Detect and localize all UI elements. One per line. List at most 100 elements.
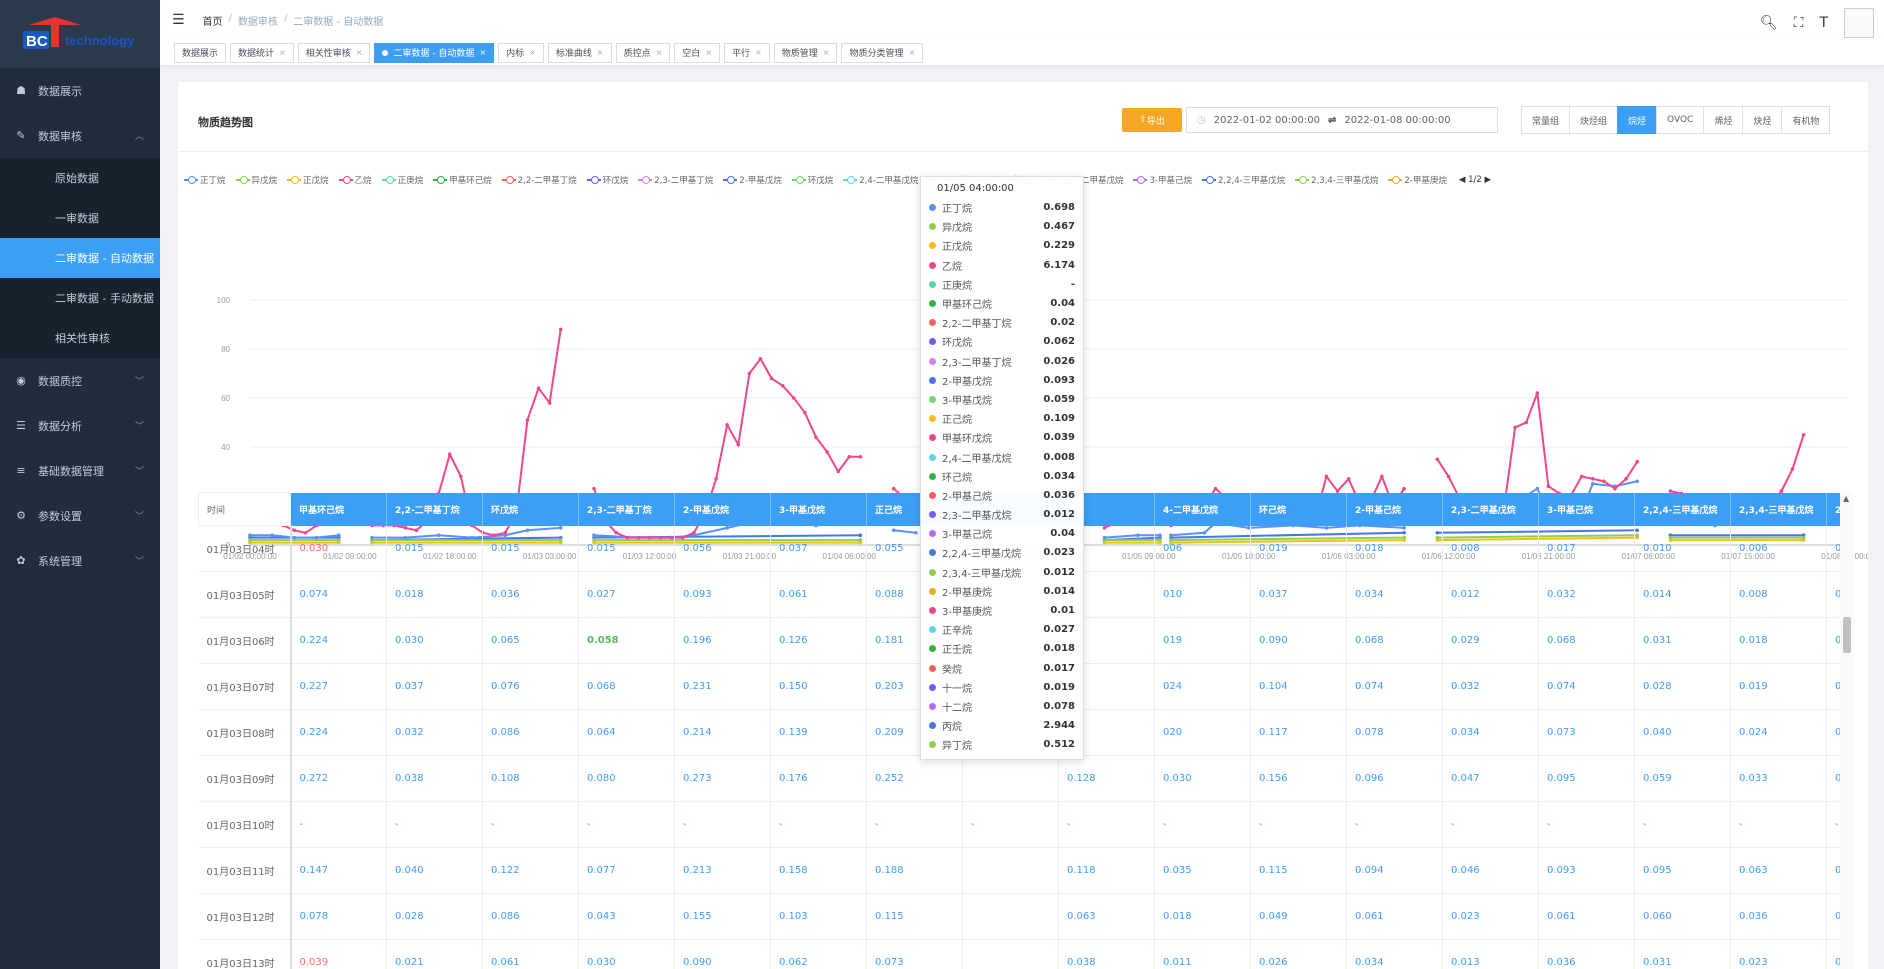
column-header[interactable]: 2,3,4-三甲基戊烷: [1730, 492, 1827, 526]
table-cell[interactable]: 0.063: [1058, 893, 1155, 940]
avatar[interactable]: [1844, 8, 1874, 38]
table-cell[interactable]: 0.035: [1154, 847, 1251, 894]
table-cell[interactable]: 0.040: [1634, 709, 1731, 756]
table-cell[interactable]: -: [386, 801, 483, 848]
scroll-up-icon[interactable]: ▲: [1843, 494, 1849, 503]
table-cell[interactable]: -: [674, 801, 771, 848]
column-header[interactable]: 2-甲基己烷: [1346, 492, 1443, 526]
column-header[interactable]: 2,2,4-三甲基戊烷: [1634, 492, 1731, 526]
tab-tag[interactable]: 物质分类管理 ×: [841, 42, 924, 63]
tab-tag[interactable]: 质控点 ×: [615, 42, 671, 63]
table-cell[interactable]: 006: [1154, 525, 1251, 572]
table-cell[interactable]: 0.006: [1730, 525, 1827, 572]
table-cell[interactable]: 0.046: [1442, 847, 1539, 894]
column-header[interactable]: 2,3-二甲基丁烷: [578, 492, 675, 526]
table-cell[interactable]: 0.077: [578, 847, 675, 894]
column-header[interactable]: 2,2-二甲基丁烷: [386, 492, 483, 526]
table-cell[interactable]: 0.096: [1346, 755, 1443, 802]
sidebar-item[interactable]: ✿ 系统管理 ﹀: [0, 538, 160, 583]
date-end[interactable]: 2022-01-08 00:00:00: [1344, 115, 1450, 126]
table-cell[interactable]: 0.128: [1058, 755, 1155, 802]
legend-next-icon[interactable]: ▶: [1482, 175, 1491, 185]
table-cell[interactable]: -: [578, 801, 675, 848]
table-cell[interactable]: 0.074: [1346, 663, 1443, 710]
table-cell[interactable]: 0.086: [482, 893, 579, 940]
table-cell[interactable]: 0.062: [770, 939, 867, 969]
table-cell[interactable]: 0.076: [482, 663, 579, 710]
table-cell[interactable]: 0.073: [1538, 709, 1635, 756]
table-cell[interactable]: 0.030: [290, 525, 387, 572]
table-cell[interactable]: 0.061: [1346, 893, 1443, 940]
table-cell[interactable]: 0.147: [290, 847, 387, 894]
table-cell[interactable]: 0.059: [1634, 755, 1731, 802]
table-cell[interactable]: 0.074: [290, 571, 387, 618]
legend-item[interactable]: 2,2-二甲基丁烷: [501, 174, 577, 186]
sidebar-subitem[interactable]: 相关性审核: [0, 318, 160, 358]
data-point[interactable]: [592, 486, 596, 491]
table-cell[interactable]: 0.015: [482, 525, 579, 572]
close-icon[interactable]: ×: [356, 48, 363, 57]
close-icon[interactable]: ×: [908, 48, 915, 57]
table-cell[interactable]: 0.086: [482, 709, 579, 756]
data-point[interactable]: [747, 371, 752, 376]
table-cell[interactable]: 0.156: [1250, 755, 1347, 802]
data-point[interactable]: [769, 376, 774, 381]
table-cell[interactable]: 0.090: [674, 939, 771, 969]
table-cell[interactable]: 0.078: [1346, 709, 1443, 756]
legend-prev-icon[interactable]: ◀: [1459, 175, 1468, 185]
table-cell[interactable]: 0.040: [386, 847, 483, 894]
group-button[interactable]: 烯烃: [1703, 106, 1744, 134]
table-cell[interactable]: 0.080: [578, 755, 675, 802]
data-point[interactable]: [1213, 486, 1218, 491]
table-cell[interactable]: 0.252: [866, 755, 963, 802]
table-cell[interactable]: 0.028: [386, 893, 483, 940]
table-cell[interactable]: 0.027: [578, 571, 675, 618]
table-cell[interactable]: 0.033: [1730, 755, 1827, 802]
table-cell[interactable]: -: [1538, 801, 1635, 848]
table-cell[interactable]: 0.038: [1058, 939, 1155, 969]
table-cell[interactable]: 0.032: [1538, 571, 1635, 618]
table-cell[interactable]: 0.122: [482, 847, 579, 894]
table-cell[interactable]: -: [1346, 801, 1443, 848]
legend-item[interactable]: 2,4-二甲基戊烷: [843, 174, 918, 186]
table-cell[interactable]: 0.115: [866, 893, 963, 940]
data-point[interactable]: [1324, 474, 1329, 479]
data-point[interactable]: [1790, 467, 1795, 471]
data-point[interactable]: [1635, 479, 1639, 484]
sidebar-item[interactable]: ≡ 基础数据管理 ﹀: [0, 448, 160, 493]
table-cell[interactable]: 0.139: [770, 709, 867, 756]
data-point[interactable]: [536, 386, 541, 390]
table-cell[interactable]: 0.030: [578, 939, 675, 969]
table-cell[interactable]: 0.018: [1346, 525, 1443, 572]
data-point[interactable]: [1402, 486, 1406, 491]
table-cell[interactable]: 0.061: [482, 939, 579, 969]
data-point[interactable]: [447, 452, 452, 457]
table-cell[interactable]: 0.017: [1538, 525, 1635, 572]
tab-tag[interactable]: 平行 ×: [724, 42, 770, 63]
table-cell[interactable]: 0.034: [1442, 709, 1539, 756]
table-cell[interactable]: -: [866, 801, 963, 848]
table-cell[interactable]: 0.011: [1154, 939, 1251, 969]
close-icon[interactable]: ×: [656, 48, 663, 57]
table-cell[interactable]: 0.034: [1346, 571, 1443, 618]
table-cell[interactable]: 0.056: [674, 525, 771, 572]
sidebar-subitem[interactable]: 一审数据: [0, 198, 160, 238]
table-cell[interactable]: 0.095: [1634, 847, 1731, 894]
data-point[interactable]: [1590, 477, 1595, 481]
tab-tag[interactable]: 空白 ×: [674, 42, 721, 63]
table-cell[interactable]: 0.043: [578, 893, 675, 940]
legend-pager[interactable]: ◀ 1/2 ▶: [1459, 175, 1491, 185]
table-cell[interactable]: 0.214: [674, 709, 771, 756]
table-cell[interactable]: [962, 755, 1059, 802]
data-point[interactable]: [558, 327, 563, 332]
table-cell[interactable]: 0.047: [1442, 755, 1539, 802]
data-point[interactable]: [714, 477, 718, 481]
table-cell[interactable]: 0.231: [674, 663, 771, 710]
column-header[interactable]: 4-二甲基戊烷: [1154, 492, 1251, 526]
data-point[interactable]: [736, 442, 741, 447]
group-button[interactable]: OVOC: [1656, 106, 1705, 134]
table-cell[interactable]: 024: [1154, 663, 1251, 710]
table-cell[interactable]: [962, 847, 1059, 894]
column-header[interactable]: 环己烷: [1250, 492, 1347, 526]
column-header[interactable]: 2,3-二甲基戊烷: [1442, 492, 1539, 526]
